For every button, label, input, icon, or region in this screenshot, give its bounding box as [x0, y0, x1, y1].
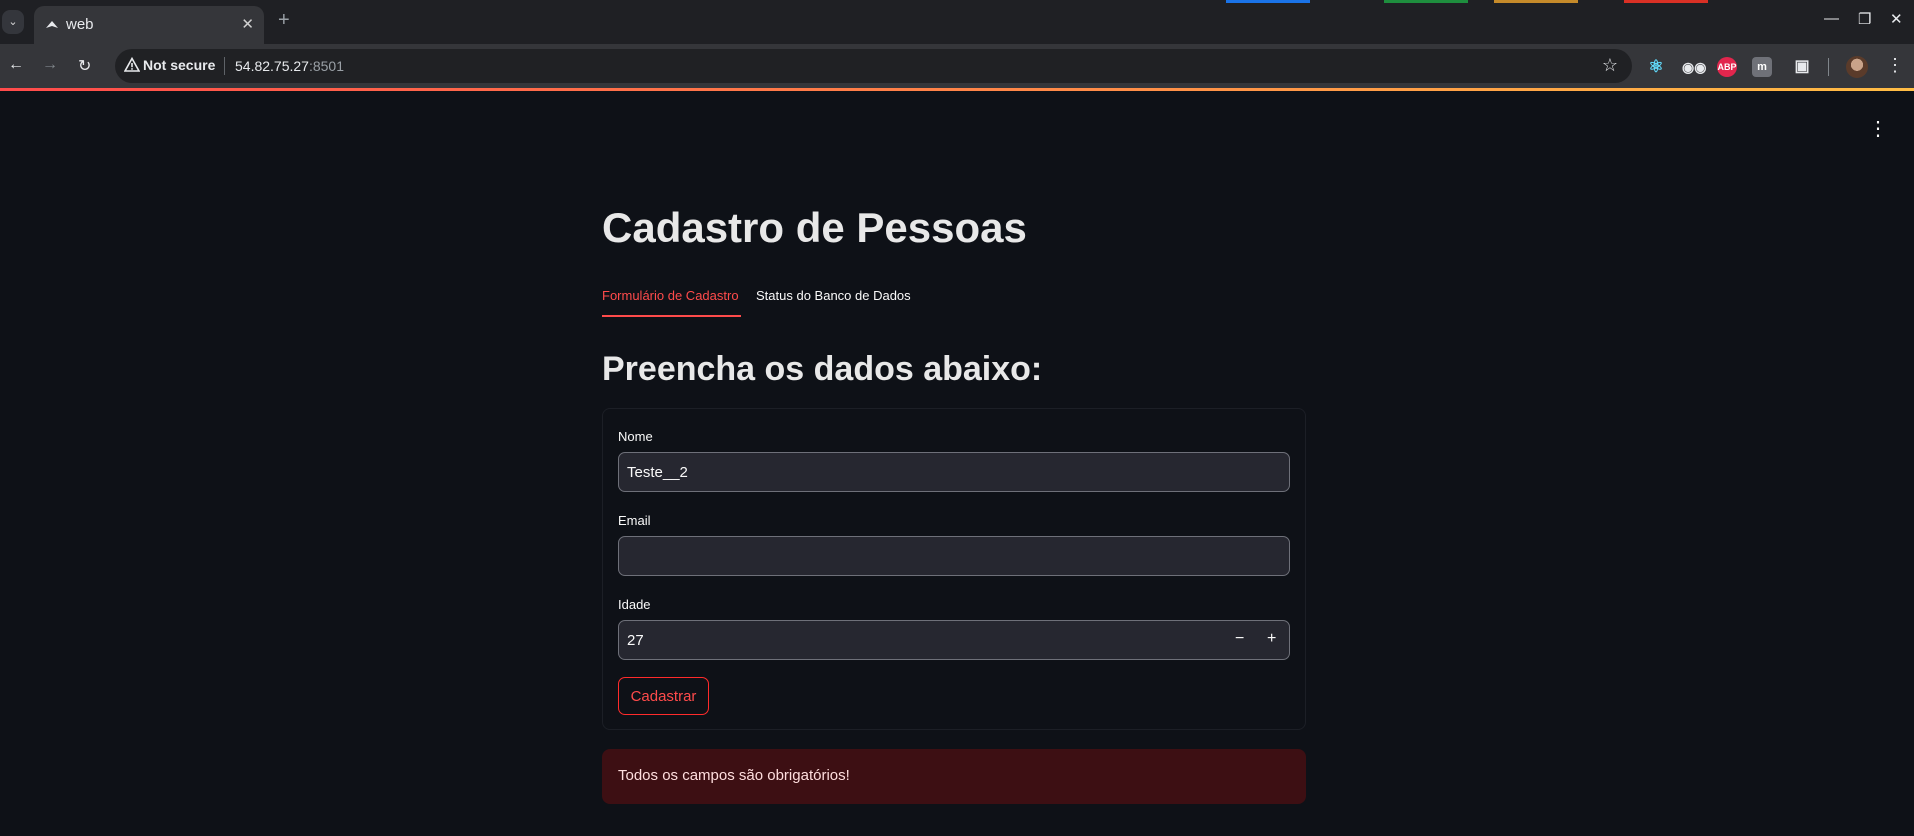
- tab-title: web: [66, 16, 94, 33]
- forward-arrow-icon[interactable]: →: [42, 56, 58, 74]
- tab-color-strip: [1384, 0, 1468, 3]
- url-host: 54.82.75.27: [235, 58, 309, 74]
- tab-search-button[interactable]: ⌄: [2, 10, 24, 34]
- increment-icon[interactable]: +: [1267, 630, 1276, 648]
- tab-status[interactable]: Status do Banco de Dados: [756, 288, 911, 303]
- browser-menu-icon[interactable]: ⋮: [1886, 55, 1904, 76]
- age-input[interactable]: [618, 620, 1290, 660]
- age-label: Idade: [618, 597, 651, 612]
- react-devtools-icon[interactable]: ⚛: [1646, 57, 1666, 77]
- browser-tabstrip: ⌄ web ✕ + — ❐ ✕: [0, 0, 1914, 44]
- profile-avatar[interactable]: [1846, 56, 1868, 78]
- app-menu-icon[interactable]: ⋮: [1868, 116, 1888, 141]
- browser-toolbar: ← → ↻ Not secure 54.82.75.27:8501 ☆: [0, 44, 1914, 88]
- section-title: Preencha os dados abaixo:: [602, 350, 1043, 388]
- bookmark-star-icon[interactable]: ☆: [1602, 55, 1618, 76]
- name-label: Nome: [618, 429, 653, 444]
- page-title: Cadastro de Pessoas: [602, 204, 1027, 251]
- submit-button[interactable]: Cadastrar: [618, 677, 709, 715]
- close-tab-icon[interactable]: ✕: [241, 15, 254, 33]
- active-tab-indicator: [602, 315, 741, 317]
- restore-window-icon[interactable]: ❐: [1858, 10, 1871, 28]
- error-message: Todos os campos são obrigatórios!: [618, 767, 850, 784]
- tab-formulario[interactable]: Formulário de Cadastro: [602, 288, 739, 303]
- warning-icon[interactable]: [124, 57, 140, 73]
- url-port: :8501: [308, 58, 345, 74]
- new-tab-icon[interactable]: +: [278, 9, 290, 32]
- email-input[interactable]: [618, 536, 1290, 576]
- toolbar-divider: [1828, 58, 1829, 76]
- m-extension-icon[interactable]: m: [1752, 57, 1772, 77]
- error-alert: Todos os campos são obrigatórios!: [602, 749, 1306, 804]
- browser-tab[interactable]: web ✕: [34, 6, 264, 44]
- tab-color-strip: [1494, 0, 1578, 3]
- adblock-plus-icon[interactable]: ABP: [1717, 57, 1737, 77]
- decrement-icon[interactable]: −: [1235, 630, 1244, 648]
- streamlit-header-decoration: [0, 88, 1914, 91]
- name-input[interactable]: [618, 452, 1290, 492]
- omnibox-divider: [224, 57, 225, 75]
- glasses-extension-icon[interactable]: ◉◉: [1682, 57, 1706, 77]
- url-text[interactable]: 54.82.75.27:8501: [235, 58, 344, 74]
- back-arrow-icon[interactable]: ←: [8, 56, 24, 74]
- minimize-icon[interactable]: —: [1824, 10, 1839, 27]
- close-window-icon[interactable]: ✕: [1890, 10, 1903, 28]
- tab-color-strip: [1226, 0, 1310, 3]
- streamlit-favicon-icon: [46, 21, 58, 28]
- email-label: Email: [618, 513, 651, 528]
- reload-icon[interactable]: ↻: [78, 56, 91, 76]
- tab-color-strip: [1624, 0, 1708, 3]
- address-bar[interactable]: Not secure 54.82.75.27:8501 ☆: [115, 49, 1632, 83]
- extensions-puzzle-icon[interactable]: ▣: [1792, 57, 1812, 77]
- security-chip[interactable]: Not secure: [143, 57, 215, 73]
